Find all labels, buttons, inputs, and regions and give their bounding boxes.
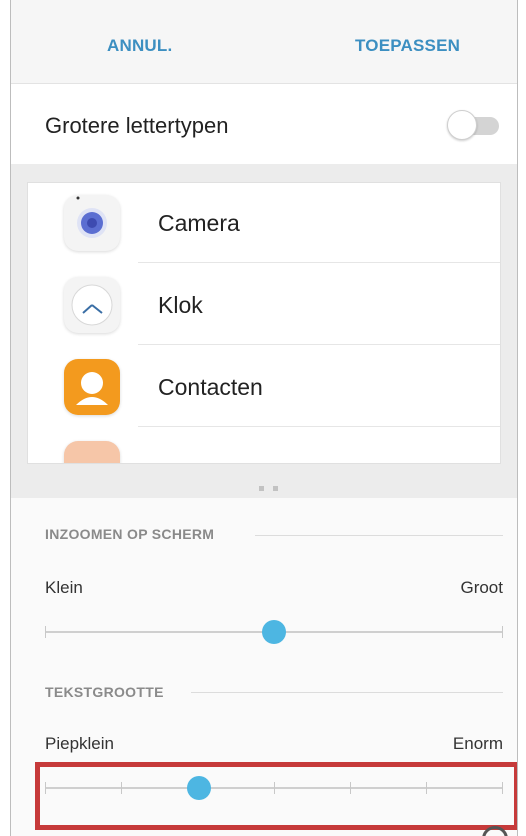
- text-size-title: TEKSTGROOTTE: [45, 684, 164, 700]
- highlight-box: [35, 762, 517, 830]
- page-indicator: [259, 478, 287, 496]
- section-divider: [255, 535, 503, 536]
- apply-button[interactable]: TOEPASSEN: [355, 36, 460, 56]
- preview-card[interactable]: Camera Klok Contacten: [27, 182, 501, 464]
- section-divider: [191, 692, 503, 693]
- divider: [138, 344, 500, 345]
- app-name: Klok: [158, 292, 203, 318]
- clock-icon: [64, 277, 120, 333]
- screen-zoom-max-label: Groot: [460, 578, 503, 597]
- text-size-max-label: Enorm: [452, 734, 503, 753]
- screen-zoom-min-label: Klein: [45, 578, 83, 597]
- slider-tick: [502, 626, 503, 638]
- preview-area: Camera Klok Contacten: [11, 164, 517, 498]
- camera-icon: [64, 195, 120, 251]
- cancel-button[interactable]: ANNUL.: [107, 36, 172, 56]
- screen-zoom-title: INZOOMEN OP SCHERM: [45, 526, 215, 542]
- slider-thumb[interactable]: [262, 620, 286, 644]
- list-item: Camera: [28, 183, 500, 263]
- list-item: Klok: [28, 265, 500, 345]
- text-size-min-label: Piepklein: [45, 734, 114, 753]
- large-fonts-row[interactable]: Grotere lettertypen: [11, 84, 517, 164]
- screen-zoom-slider[interactable]: [45, 617, 503, 647]
- switch-knob: [447, 110, 477, 140]
- list-item-partial: [28, 429, 500, 463]
- app-name: Camera: [158, 210, 240, 236]
- large-fonts-switch[interactable]: [447, 110, 501, 140]
- page-dot: [259, 486, 264, 491]
- app-icon-partial: [64, 441, 120, 463]
- divider: [138, 426, 500, 427]
- app-name: Contacten: [158, 374, 263, 400]
- slider-tick: [45, 626, 46, 638]
- large-fonts-label: Grotere lettertypen: [45, 113, 229, 138]
- settings-screen: ANNUL. TOEPASSEN Grotere lettertypen Cam…: [10, 0, 518, 836]
- action-bar: ANNUL. TOEPASSEN: [11, 0, 517, 84]
- list-item: Contacten: [28, 347, 500, 427]
- divider: [138, 262, 500, 263]
- page-dot: [273, 486, 278, 491]
- contacts-icon: [64, 359, 120, 415]
